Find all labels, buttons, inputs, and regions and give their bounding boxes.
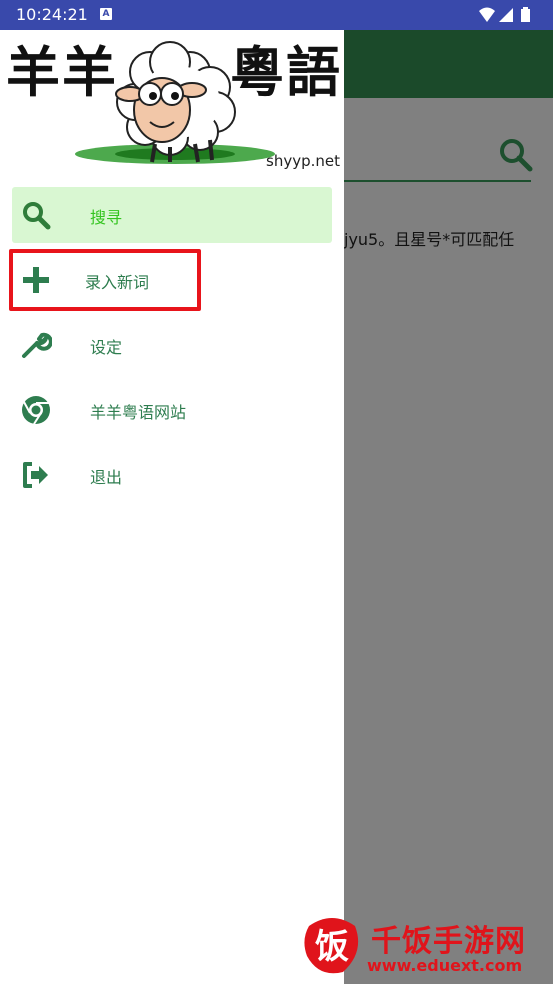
menu-item-exit[interactable]: 退出 — [12, 447, 332, 503]
signal-icon — [499, 8, 513, 22]
status-icons — [479, 7, 530, 22]
highlight-annotation-box — [9, 249, 201, 311]
site-url: shyyp.net — [266, 152, 340, 170]
chrome-icon — [22, 396, 50, 425]
status-bar: 10:24:21 A — [0, 0, 553, 30]
wifi-icon — [479, 7, 495, 22]
watermark-url: www.eduext.com — [367, 956, 523, 975]
menu-item-label: 设定 — [90, 338, 123, 357]
navigation-drawer: 羊羊 粵語 shyyp.net 搜寻 录入新词 设定 羊羊粤语网站 退出 — [0, 30, 344, 984]
battery-icon — [521, 7, 530, 22]
watermark-logo-icon: 饭 — [304, 918, 359, 974]
menu-item-settings[interactable]: 设定 — [12, 317, 332, 373]
watermark: 饭 千饭手游网 www.eduext.com — [299, 912, 539, 980]
search-input-underline[interactable] — [344, 180, 531, 182]
search-icon[interactable] — [497, 136, 533, 172]
search-icon — [23, 202, 51, 230]
logo-text-right: 粵語 — [230, 40, 342, 104]
menu-item-search[interactable]: 搜寻 — [12, 187, 332, 243]
watermark-logo-char: 饭 — [315, 927, 349, 967]
notification-icon: A — [100, 8, 112, 20]
exit-icon — [23, 462, 48, 488]
menu-item-label: 搜寻 — [90, 208, 123, 227]
menu-item-label: 羊羊粤语网站 — [90, 403, 187, 422]
wrench-icon — [22, 332, 52, 358]
search-hint-text: jyu5。且星号*可匹配任 — [344, 230, 515, 249]
status-time: 10:24:21 — [16, 5, 88, 24]
watermark-title: 千饭手游网 — [371, 924, 526, 959]
menu-item-website[interactable]: 羊羊粤语网站 — [12, 382, 332, 438]
menu-item-label: 退出 — [90, 468, 123, 487]
